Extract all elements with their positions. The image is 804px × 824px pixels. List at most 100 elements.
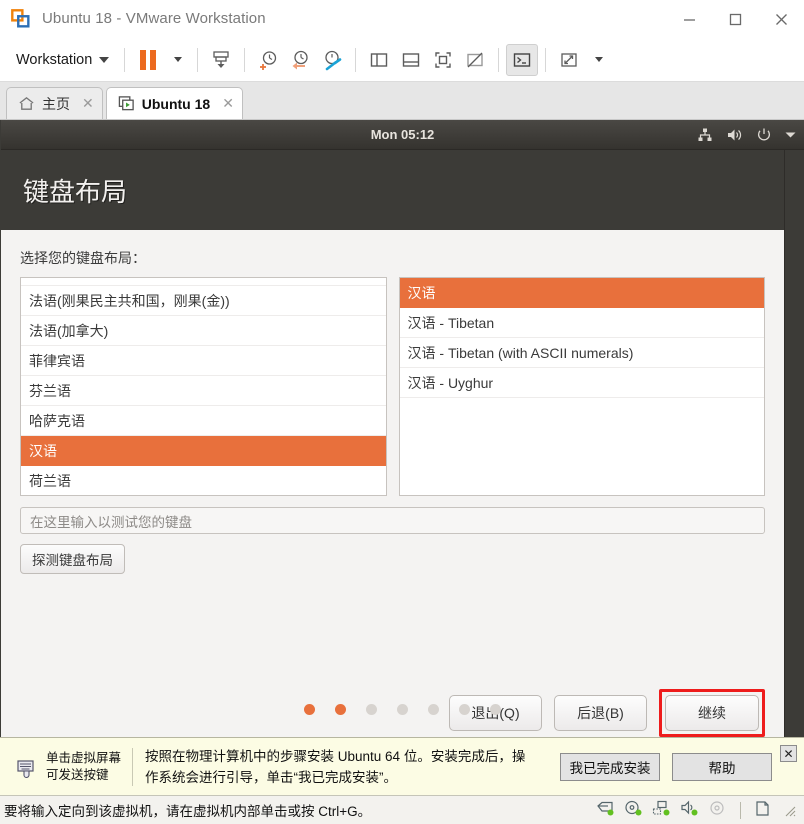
chevron-down-icon [99, 56, 110, 63]
ubuntu-top-panel: Mon 05:12 [1, 120, 804, 150]
list-item[interactable]: 哈萨克语 [21, 406, 386, 436]
toolbar-divider [355, 47, 357, 72]
status-cd-dvd-icon[interactable] [624, 800, 643, 820]
keyboard-variant-list[interactable]: 汉语 汉语 - Tibetan 汉语 - Tibetan (with ASCII… [398, 277, 765, 496]
help-button[interactable]: 帮助 [672, 752, 772, 781]
show-left-pane-button[interactable] [363, 44, 395, 76]
stretch-guest-button[interactable] [553, 44, 585, 76]
keyboard-layout-list[interactable]: 法语(刚果民主共和国，刚果(金)) 法语(加拿大) 菲律宾语 芬兰语 哈萨克语 … [20, 277, 387, 496]
ubuntu-installer-window: 键盘布局 选择您的键盘布局： 法语(刚果民主共和国，刚果(金)) 法语(加拿大)… [1, 150, 785, 737]
workstation-menu-button[interactable]: Workstation [6, 48, 117, 72]
keyboard-layout-lists: 法语(刚果民主共和国，刚果(金)) 法语(加拿大) 菲律宾语 芬兰语 哈萨克语 … [20, 277, 765, 496]
list-item-selected[interactable]: 汉语 [399, 278, 764, 308]
main-toolbar: Workstation [0, 38, 804, 82]
take-snapshot-button[interactable] [252, 44, 284, 76]
chevron-down-icon[interactable] [785, 131, 796, 139]
show-bottom-pane-button[interactable] [395, 44, 427, 76]
status-divider [740, 801, 741, 819]
unity-mode-button[interactable] [459, 44, 491, 76]
notification-hint-line1: 单击虚拟屏幕 [46, 750, 122, 765]
detect-keyboard-layout-button[interactable]: 探测键盘布局 [20, 544, 125, 574]
unity-mode-icon [467, 52, 483, 67]
vmware-workstation-window: Ubuntu 18 - VMware Workstation Workstati… [0, 0, 804, 824]
status-usb-icon[interactable] [754, 800, 771, 820]
status-sound-icon[interactable] [680, 800, 699, 820]
list-item[interactable]: 荷兰语 [21, 466, 386, 495]
notification-hint: 单击虚拟屏幕 可发送按键 [46, 750, 132, 784]
progress-dot [304, 704, 315, 715]
page-title: 键盘布局 [23, 176, 128, 207]
stretch-dropdown-button[interactable] [585, 44, 611, 76]
status-hard-disk-icon[interactable] [596, 800, 615, 820]
notification-hint-line2: 可发送按键 [46, 767, 109, 782]
chevron-down-icon [174, 57, 183, 62]
panel-bottom-icon [403, 52, 420, 67]
window-title-bar: Ubuntu 18 - VMware Workstation [0, 0, 804, 38]
pause-vm-button[interactable] [132, 44, 164, 76]
status-floppy-icon[interactable] [708, 800, 727, 820]
toolbar-divider [244, 47, 246, 72]
vmware-logo-icon [11, 8, 30, 28]
tab-home[interactable]: 主页 ✕ [6, 87, 103, 119]
tab-home-close-icon[interactable]: ✕ [82, 95, 94, 112]
window-title: Ubuntu 18 - VMware Workstation [42, 10, 266, 27]
send-ctrl-alt-del-button[interactable] [205, 44, 237, 76]
toolbar-divider [124, 47, 126, 72]
installer-header: 键盘布局 [1, 150, 784, 230]
toolbar-divider [197, 47, 199, 72]
tab-ubuntu-label: Ubuntu 18 [141, 95, 211, 112]
guest-screen[interactable]: Mon 05:12 键盘布局 选择您的键盘布局： 法语(刚果民主共和国，刚果(金… [0, 120, 804, 737]
list-item[interactable]: 法语(刚果民主共和国，刚果(金)) [21, 286, 386, 316]
notification-actions: 我已完成安装 帮助 [560, 752, 796, 781]
toolbar-divider [498, 47, 500, 72]
pause-dropdown-button[interactable] [164, 44, 190, 76]
network-icon[interactable] [697, 127, 713, 143]
status-network-icon[interactable] [652, 800, 671, 820]
window-controls [666, 0, 804, 38]
notification-close-button[interactable]: ✕ [780, 745, 797, 762]
console-view-button[interactable] [506, 43, 539, 76]
console-icon [514, 52, 531, 67]
progress-dot [335, 704, 346, 715]
snapshot-manager-icon [325, 50, 342, 70]
notification-divider [132, 747, 134, 786]
vm-running-icon [118, 96, 134, 111]
list-item[interactable]: 汉语 - Tibetan (with ASCII numerals) [399, 338, 764, 368]
status-message: 要将输入定向到该虚拟机，请在虚拟机内部单击或按 Ctrl+G。 [4, 804, 372, 819]
snapshot-add-icon [260, 50, 277, 70]
keyboard-icon [16, 756, 38, 778]
close-button[interactable] [758, 0, 804, 38]
keyboard-send-icon [213, 50, 229, 68]
finished-install-button[interactable]: 我已完成安装 [560, 752, 660, 781]
list-item-selected[interactable]: 汉语 [21, 436, 386, 466]
list-item[interactable]: 法语(加拿大) [21, 316, 386, 346]
list-item[interactable]: 汉语 - Uyghur [399, 368, 764, 398]
maximize-button[interactable] [712, 0, 758, 38]
progress-dot [459, 704, 470, 715]
ubuntu-clock[interactable]: Mon 05:12 [1, 127, 804, 142]
resize-grip[interactable] [782, 803, 796, 817]
list-item-partial[interactable] [21, 278, 386, 286]
full-screen-button[interactable] [427, 44, 459, 76]
keyboard-test-input[interactable]: 在这里输入以测试您的键盘 [20, 507, 765, 534]
minimize-button[interactable] [666, 0, 712, 38]
fullscreen-icon [435, 51, 451, 68]
revert-snapshot-button[interactable] [284, 44, 316, 76]
progress-dot [366, 704, 377, 715]
tab-ubuntu-18[interactable]: Ubuntu 18 ✕ [105, 87, 243, 119]
list-item[interactable]: 芬兰语 [21, 376, 386, 406]
snapshot-manager-button[interactable] [316, 44, 348, 76]
list-item[interactable]: 菲律宾语 [21, 346, 386, 376]
tab-ubuntu-close-icon[interactable]: ✕ [222, 95, 234, 112]
expand-arrows-icon [561, 52, 577, 67]
volume-icon[interactable] [726, 127, 743, 143]
progress-dot [490, 704, 501, 715]
list-item[interactable]: 汉语 - Tibetan [399, 308, 764, 338]
progress-dot [428, 704, 439, 715]
snapshot-revert-icon [292, 50, 308, 69]
status-device-icons [596, 800, 800, 820]
chevron-down-icon [595, 57, 604, 62]
progress-dot [397, 704, 408, 715]
power-icon[interactable] [756, 127, 772, 143]
installer-progress-dots [1, 704, 804, 715]
